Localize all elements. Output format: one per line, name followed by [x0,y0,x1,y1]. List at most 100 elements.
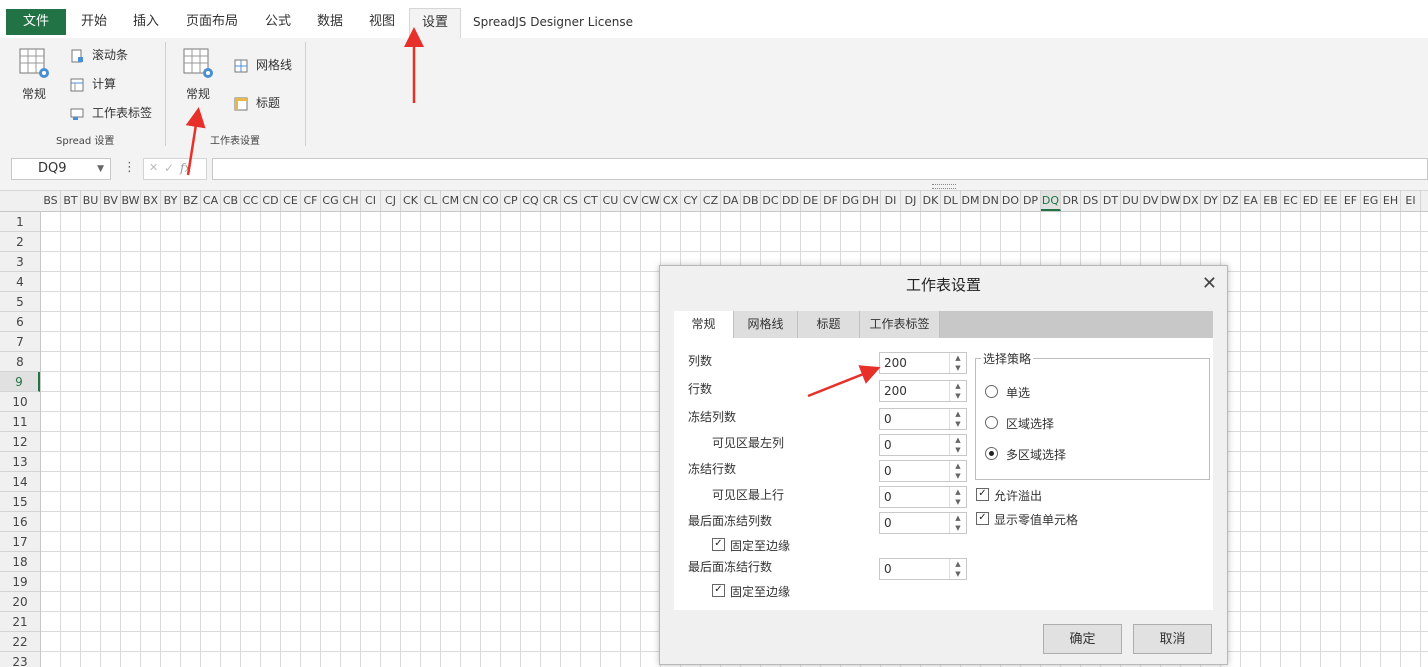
tab-general[interactable]: 常规 [674,311,734,338]
column-header[interactable]: CD [261,191,281,211]
column-header[interactable]: CM [441,191,461,211]
column-header[interactable]: DS [1081,191,1101,211]
row-header[interactable]: 10 [0,392,40,412]
close-icon[interactable]: ✕ [1202,273,1217,294]
column-header[interactable]: CT [581,191,601,211]
column-header[interactable]: DG [841,191,861,211]
spinner-arrows-icon[interactable]: ▲ ▼ [949,513,966,533]
row-header[interactable]: 17 [0,532,40,552]
column-header[interactable]: CB [221,191,241,211]
column-header[interactable]: DC [761,191,781,211]
row-header[interactable]: 16 [0,512,40,532]
row-header[interactable]: 8 [0,352,40,372]
row-header[interactable]: 4 [0,272,40,292]
sheet-tabs-button[interactable]: 工作表标签 [70,104,152,122]
column-header[interactable]: EE [1321,191,1341,211]
single-select-radio[interactable] [985,385,998,398]
column-header[interactable]: CJ [381,191,401,211]
column-header[interactable]: DJ [901,191,921,211]
column-header[interactable]: CF [301,191,321,211]
row-header[interactable]: 13 [0,452,40,472]
column-header[interactable]: DP [1021,191,1041,211]
row-header[interactable]: 21 [0,612,40,632]
tab-data[interactable]: 数据 [308,8,352,38]
tab-gridlines[interactable]: 网格线 [734,311,798,338]
row-header[interactable]: 20 [0,592,40,612]
column-header[interactable]: CX [661,191,681,211]
column-header[interactable]: BY [161,191,181,211]
tab-license[interactable]: SpreadJS Designer License [470,8,636,38]
column-header[interactable]: BU [81,191,101,211]
headers-button[interactable]: 标题 [234,94,280,112]
tab-insert[interactable]: 插入 [124,8,168,38]
tab-file[interactable]: 文件 [6,9,66,35]
column-header[interactable]: BZ [181,191,201,211]
spinner-arrows-icon[interactable]: ▲ ▼ [949,487,966,507]
column-header[interactable]: CO [481,191,501,211]
scrollbars-button[interactable]: 滚动条 [70,46,128,64]
column-header[interactable]: CR [541,191,561,211]
column-header[interactable]: DD [781,191,801,211]
row-header[interactable]: 11 [0,412,40,432]
tab-sheet-tabs[interactable]: 工作表标签 [860,311,940,338]
range-select-radio[interactable] [985,416,998,429]
column-header[interactable]: DH [861,191,881,211]
row-header[interactable]: 15 [0,492,40,512]
row-header[interactable]: 5 [0,292,40,312]
row-header[interactable]: 9 [0,372,40,392]
row-header[interactable]: 22 [0,632,40,652]
insert-function-icon[interactable]: fx [180,161,191,175]
trailing-frozen-rows-spinner[interactable]: 0 ▲ ▼ [879,558,967,580]
column-header[interactable]: DE [801,191,821,211]
formula-input[interactable] [212,158,1428,180]
more-options-icon[interactable]: ⋮ [123,160,136,175]
frozen-columns-spinner[interactable]: 0 ▲ ▼ [879,408,967,430]
spinner-arrows-icon[interactable]: ▲ ▼ [949,559,966,579]
tab-page-layout[interactable]: 页面布局 [178,8,246,38]
cancel-button[interactable]: 取消 [1133,624,1212,654]
column-header[interactable]: DM [961,191,981,211]
column-header[interactable]: CH [341,191,361,211]
column-header[interactable]: DU [1121,191,1141,211]
chevron-down-icon[interactable]: ▼ [97,159,104,179]
tab-formulas[interactable]: 公式 [256,8,300,38]
column-header[interactable]: EC [1281,191,1301,211]
column-header[interactable]: CS [561,191,581,211]
column-header[interactable]: BV [101,191,121,211]
column-header[interactable]: DV [1141,191,1161,211]
tab-settings[interactable]: 设置 [409,8,461,39]
column-header[interactable]: BT [61,191,81,211]
column-header[interactable]: BX [141,191,161,211]
row-header[interactable]: 7 [0,332,40,352]
column-header[interactable]: CC [241,191,261,211]
column-header[interactable]: CA [201,191,221,211]
column-header[interactable]: DF [821,191,841,211]
confirm-icon[interactable]: ✓ [164,161,174,175]
tab-view[interactable]: 视图 [360,8,404,38]
column-header[interactable]: CU [601,191,621,211]
column-header[interactable]: DR [1061,191,1081,211]
spread-general-button[interactable]: 常规 [14,46,54,102]
row-header[interactable]: 1 [0,212,40,232]
column-header[interactable]: CL [421,191,441,211]
topmost-row-spinner[interactable]: 0 ▲ ▼ [879,486,967,508]
spinner-arrows-icon[interactable]: ▲ ▼ [949,353,966,373]
sheet-general-button[interactable]: 常规 [178,46,218,102]
cancel-icon[interactable]: ✕ [149,161,158,174]
spinner-arrows-icon[interactable]: ▲ ▼ [949,409,966,429]
column-header[interactable]: EA [1241,191,1261,211]
column-header[interactable]: DN [981,191,1001,211]
column-header[interactable]: CG [321,191,341,211]
column-header[interactable]: DK [921,191,941,211]
row-count-spinner[interactable]: 200 ▲ ▼ [879,380,967,402]
tab-headers[interactable]: 标题 [798,311,860,338]
column-header[interactable]: DB [741,191,761,211]
row-header[interactable]: 23 [0,652,40,667]
row-header[interactable]: 12 [0,432,40,452]
spinner-arrows-icon[interactable]: ▲ ▼ [949,435,966,455]
column-header[interactable]: CE [281,191,301,211]
column-header[interactable]: EF [1341,191,1361,211]
column-header[interactable]: EG [1361,191,1381,211]
column-header[interactable]: DY [1201,191,1221,211]
column-header[interactable]: EI [1401,191,1421,211]
